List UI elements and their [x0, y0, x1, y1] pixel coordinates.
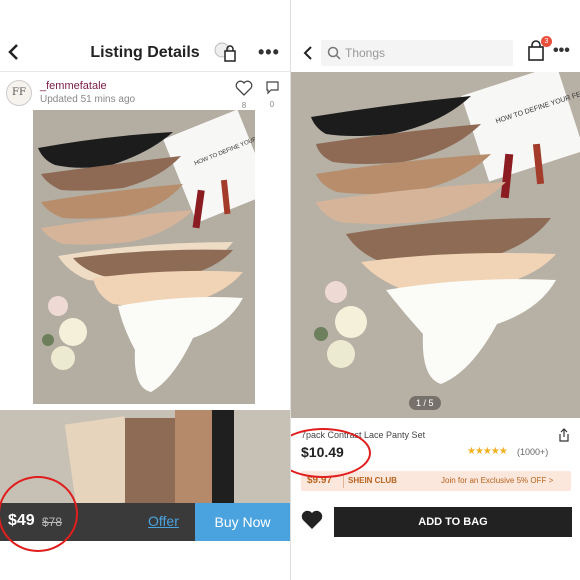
listing-photo-thumbnail[interactable] [0, 410, 290, 505]
image-pager: 1 / 5 [409, 396, 441, 410]
heart-icon[interactable] [301, 510, 323, 530]
search-icon [327, 46, 341, 60]
search-header: Thongs 3 ••• [291, 34, 580, 72]
page-title: Listing Details [90, 44, 200, 61]
comment-button[interactable]: 0 [264, 80, 280, 109]
comment-icon [265, 81, 279, 95]
club-label: SHEIN CLUB [343, 474, 401, 488]
more-icon[interactable]: ••• [258, 42, 280, 63]
cart-count-badge: 3 [541, 36, 552, 47]
current-price: $49 [8, 512, 35, 529]
like-button[interactable]: 8 [234, 80, 254, 110]
product-image-crop [0, 410, 290, 505]
avatar[interactable]: FF [6, 80, 32, 106]
club-price: $9.97 [307, 475, 333, 486]
shein-product-panel: Thongs 3 ••• HOW TO DEFINE YOUR FEED 1 /… [291, 0, 580, 580]
action-bar: ADD TO BAG [291, 500, 580, 544]
search-input[interactable]: Thongs [321, 40, 513, 66]
product-image: HOW TO DEFINE YOUR FEED [291, 72, 580, 418]
listing-header: Listing Details ••• [0, 34, 290, 72]
review-count[interactable]: (1000+) [517, 447, 548, 457]
add-to-bag-button[interactable]: ADD TO BAG [334, 507, 572, 537]
product-price: $10.49 [301, 444, 344, 460]
original-price: $78 [42, 515, 63, 529]
search-placeholder: Thongs [345, 46, 386, 60]
back-arrow-icon[interactable] [299, 40, 317, 66]
comment-count: 0 [269, 100, 275, 109]
product-photo[interactable]: HOW TO DEFINE YOUR FEED 1 / 5 [291, 72, 580, 418]
product-image: HOW TO DEFINE YOUR FEED [33, 110, 255, 404]
purchase-bar: $49 $78 Offer Buy Now [0, 503, 290, 541]
poshmark-listing-panel: Listing Details ••• FF _femmefatale Upda… [0, 0, 290, 580]
shop-bag-icon[interactable] [214, 42, 238, 64]
club-join-text: Join for an Exclusive 5% OFF > [441, 476, 554, 485]
seller-row: FF _femmefatale Updated 51 mins ago 8 0 [0, 74, 290, 110]
offer-button[interactable]: Offer [148, 513, 179, 529]
seller-name[interactable]: _femmefatale [40, 80, 107, 92]
heart-icon [235, 80, 253, 96]
buy-now-button[interactable]: Buy Now [195, 503, 290, 541]
share-icon[interactable] [557, 428, 571, 442]
product-title: 7pack Contrast Lace Panty Set [301, 430, 426, 440]
shein-club-banner[interactable]: $9.97 SHEIN CLUB Join for an Exclusive 5… [301, 471, 571, 491]
product-info: 7pack Contrast Lace Panty Set $10.49 ★★★… [291, 418, 580, 500]
rating-stars[interactable]: ★★★★★ [467, 446, 508, 457]
more-icon[interactable]: ••• [553, 42, 570, 60]
updated-time: Updated 51 mins ago [40, 94, 136, 105]
like-count: 8 [241, 101, 247, 110]
listing-photo[interactable]: HOW TO DEFINE YOUR FEED [33, 110, 255, 404]
